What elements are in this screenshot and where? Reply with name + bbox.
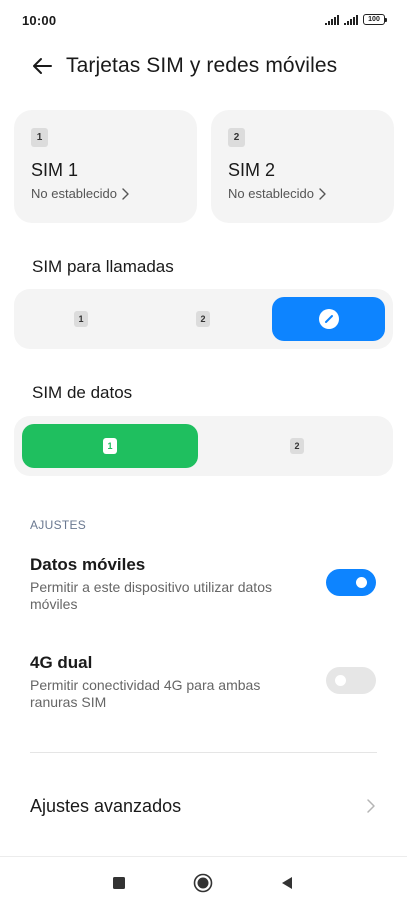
sim-status: No establecido <box>228 186 394 201</box>
sim-badge: 1 <box>31 128 48 147</box>
setting-title: Datos móviles <box>30 555 146 574</box>
sim-badge: 1 <box>103 438 117 454</box>
chevron-right-icon <box>367 799 375 813</box>
settings-section-header: AJUSTES <box>30 518 87 532</box>
sim-status-text: No establecido <box>228 186 314 201</box>
sim-badge: 2 <box>290 438 304 454</box>
calls-section-label: SIM para llamadas <box>32 257 174 276</box>
sim-badge: 1 <box>74 311 88 327</box>
data-option-sim-2[interactable]: 2 <box>209 424 385 468</box>
calls-option-ask-each-time[interactable] <box>272 297 385 341</box>
home-circle-icon[interactable] <box>192 872 214 894</box>
setting-description: Permitir a este dispositivo utilizar dat… <box>30 579 272 612</box>
back-triangle-icon[interactable] <box>276 872 298 894</box>
data-section-label: SIM de datos <box>32 383 133 402</box>
status-icons: 100 <box>325 14 387 25</box>
sim-name: SIM 2 <box>228 160 276 180</box>
advanced-settings-row[interactable]: Ajustes avanzados <box>30 786 380 826</box>
sim-status-text: No establecido <box>31 186 117 201</box>
nav-divider <box>0 856 407 857</box>
signal-icon <box>325 14 339 25</box>
data-option-sim-1[interactable]: 1 <box>22 424 198 468</box>
chevron-right-icon <box>319 187 326 200</box>
header: Tarjetas SIM y redes móviles <box>30 50 337 82</box>
advanced-settings-label: Ajustes avanzados <box>30 795 182 816</box>
toggle-knob <box>356 577 367 588</box>
sim-card-1[interactable]: 1 SIM 1 No establecido <box>14 110 197 223</box>
arrow-left-icon[interactable] <box>30 54 54 78</box>
sim-badge: 2 <box>228 128 245 147</box>
edit-icon <box>318 309 339 329</box>
signal-icon <box>344 14 358 25</box>
dual-4g-toggle[interactable] <box>326 667 376 694</box>
status-time: 10:00 <box>22 13 57 28</box>
calls-option-sim-2[interactable]: 2 <box>145 297 261 341</box>
status-bar: 10:00 100 <box>0 0 407 44</box>
sim-badge: 2 <box>196 311 210 327</box>
sim-status: No establecido <box>31 186 197 201</box>
sim-name: SIM 1 <box>31 160 79 180</box>
setting-dual-4g[interactable]: 4G dual Permitir conectividad 4G para am… <box>30 653 380 711</box>
recents-square-icon[interactable] <box>108 872 130 894</box>
page-title: Tarjetas SIM y redes móviles <box>66 54 338 77</box>
calls-option-sim-1[interactable]: 1 <box>22 297 140 341</box>
setting-description: Permitir conectividad 4G para ambas ranu… <box>30 677 261 710</box>
sim-card-2[interactable]: 2 SIM 2 No establecido <box>211 110 394 223</box>
setting-title: 4G dual <box>30 653 93 672</box>
setting-mobile-data[interactable]: Datos móviles Permitir a este dispositiv… <box>30 555 380 613</box>
battery-level: 100 <box>368 16 380 23</box>
mobile-data-toggle[interactable] <box>326 569 376 596</box>
battery-icon: 100 <box>363 14 387 25</box>
calls-sim-selector: 1 2 <box>14 289 393 349</box>
navigation-bar <box>0 860 407 906</box>
divider <box>30 752 377 753</box>
data-sim-selector: 1 2 <box>14 416 393 476</box>
chevron-right-icon <box>122 187 129 200</box>
toggle-knob <box>335 675 346 686</box>
screen: 10:00 100 Tarjetas SIM y redes móviles 1… <box>0 0 407 906</box>
